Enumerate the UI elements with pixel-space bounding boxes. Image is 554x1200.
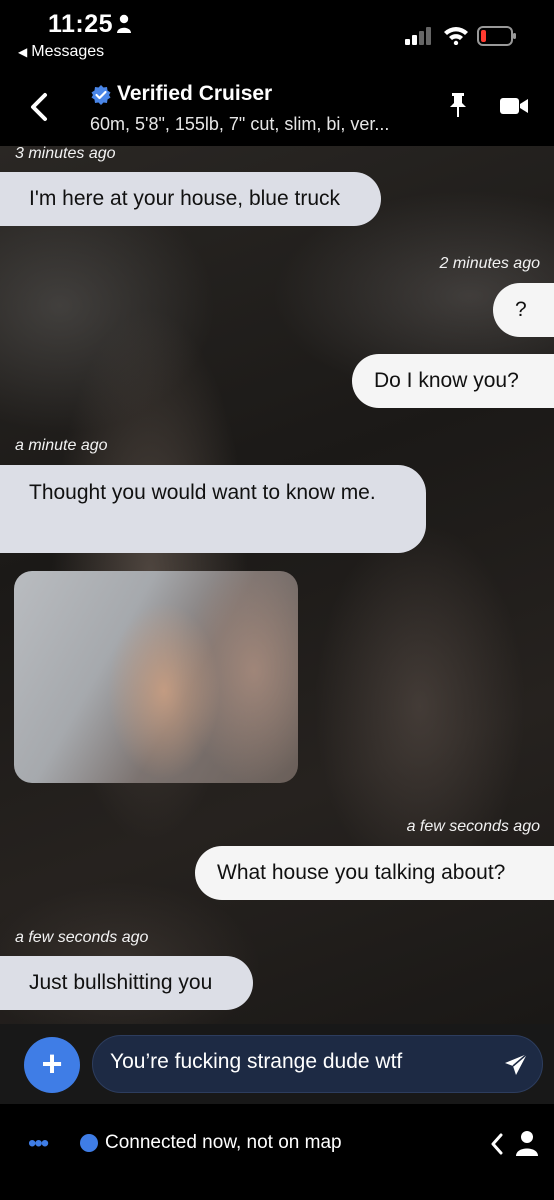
message-text: I'm here at your house, blue truck <box>29 187 341 210</box>
battery-low-icon <box>477 26 516 46</box>
profile-stats[interactable]: 60m, 5'8", 155lb, 7" cut, slim, bi, ver.… <box>90 114 389 135</box>
message-list[interactable]: 3 minutes ago I'm here at your house, bl… <box>0 146 554 1024</box>
profile-name[interactable]: Verified Cruiser <box>117 82 272 106</box>
plus-icon: + <box>41 1043 63 1084</box>
outgoing-message-bubble[interactable]: Do I know you? <box>352 354 554 408</box>
outgoing-message-bubble[interactable]: ? <box>493 283 554 337</box>
person-icon <box>117 14 131 33</box>
message-timestamp: a minute ago <box>15 437 108 454</box>
online-status-text: Connected now, not on map <box>105 1132 342 1153</box>
message-text: What house you talking about? <box>217 861 506 884</box>
message-timestamp: a few seconds ago <box>15 929 149 946</box>
incoming-message-bubble[interactable]: Just bullshitting you <box>0 956 253 1010</box>
back-triangle-icon: ◀ <box>18 45 28 59</box>
wifi-icon <box>444 27 468 45</box>
back-chevron-icon[interactable] <box>28 92 50 122</box>
online-status-dot <box>80 1134 98 1152</box>
video-camera-icon[interactable] <box>499 96 529 116</box>
message-text: Thought you would want to know me. <box>29 481 376 504</box>
photo-message[interactable] <box>14 571 298 783</box>
signal-icon <box>405 27 431 45</box>
verified-badge-icon <box>91 85 111 105</box>
message-text: ? <box>515 298 527 321</box>
message-text: Just bullshitting you <box>29 971 213 994</box>
pin-icon[interactable] <box>446 92 470 118</box>
profile-person-icon[interactable] <box>515 1130 539 1156</box>
status-bar: 11:25 ◀ Messages <box>0 0 554 70</box>
message-input-value: You’re fucking strange dude wtf <box>110 1050 403 1073</box>
more-options-icon[interactable]: ••• <box>28 1130 49 1158</box>
message-timestamp: 2 minutes ago <box>439 255 540 272</box>
back-to-messages-link[interactable]: ◀ Messages <box>18 43 104 61</box>
message-timestamp: a few seconds ago <box>406 818 540 835</box>
chevron-left-icon[interactable] <box>489 1132 505 1156</box>
clock: 11:25 <box>48 10 114 38</box>
chat-header: Verified Cruiser 60m, 5'8", 155lb, 7" cu… <box>0 70 554 146</box>
incoming-message-bubble[interactable]: I'm here at your house, blue truck <box>0 172 381 226</box>
bottom-status-bar: ••• Connected now, not on map <box>0 1104 554 1200</box>
back-to-messages-label: Messages <box>31 43 105 60</box>
message-text: Do I know you? <box>374 369 519 392</box>
send-icon[interactable] <box>504 1053 528 1077</box>
message-input[interactable]: You’re fucking strange dude wtf <box>92 1035 543 1093</box>
incoming-message-bubble[interactable]: Thought you would want to know me. <box>0 465 426 553</box>
add-attachment-button[interactable]: + <box>24 1037 80 1093</box>
outgoing-message-bubble[interactable]: What house you talking about? <box>195 846 554 900</box>
composer-bar: + You’re fucking strange dude wtf <box>0 1024 554 1104</box>
message-timestamp: 3 minutes ago <box>15 146 116 162</box>
